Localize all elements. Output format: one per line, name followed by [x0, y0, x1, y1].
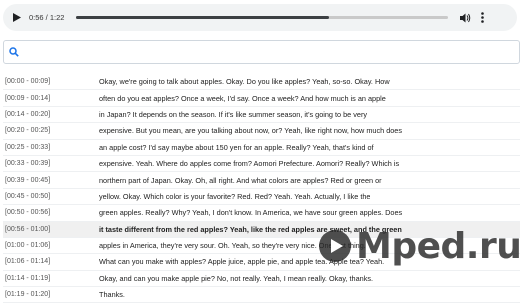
- transcript-text: What can you make with apples? Apple jui…: [99, 257, 385, 267]
- transcript-timestamp: [00:39 - 00:45]: [5, 176, 51, 184]
- transcript-row[interactable]: [00:25 - 00:33] an apple cost? I'd say ma…: [3, 140, 520, 156]
- search-input[interactable]: [24, 42, 519, 62]
- transcript-row[interactable]: [01:14 - 01:19] Okay, and can you make ap…: [3, 271, 520, 288]
- transcript-row[interactable]: [00:50 - 00:56] green apples. Really? Why…: [3, 205, 520, 222]
- time-display: 0:56 / 1:22: [29, 13, 65, 22]
- transcript-text: yellow. Okay. Which color is your favori…: [99, 191, 371, 201]
- transcript-row[interactable]: [00:14 - 00:20] in Japan? It depends on t…: [3, 107, 520, 124]
- transcript-row[interactable]: [00:45 - 00:50] yellow. Okay. Which color…: [3, 189, 520, 206]
- seek-bar[interactable]: [76, 16, 449, 19]
- search-box: [3, 40, 520, 64]
- transcript-timestamp: [00:50 - 00:56]: [5, 209, 51, 217]
- transcript-timestamp: [00:20 - 00:25]: [5, 127, 51, 135]
- play-button[interactable]: [7, 8, 27, 28]
- transcript-list: [00:00 - 00:09] Okay, we're going to talk…: [3, 74, 520, 303]
- transcript-text: often do you eat apples? Once a week, I'…: [99, 93, 386, 103]
- volume-button[interactable]: [457, 10, 473, 26]
- seek-bar-progress: [76, 16, 330, 19]
- transcript-timestamp: [00:14 - 00:20]: [5, 110, 51, 118]
- transcript-text: it taste different from the red apples? …: [99, 224, 402, 234]
- more-options-icon: [481, 12, 484, 23]
- transcript-row[interactable]: [01:19 - 01:20] Thanks.: [3, 287, 520, 303]
- transcript-row[interactable]: [01:06 - 01:14] What can you make with ap…: [3, 254, 520, 271]
- transcript-row[interactable]: [00:56 - 01:00] it taste different from t…: [3, 221, 520, 238]
- transcript-text: expensive. But you mean, are you talking…: [99, 126, 403, 136]
- transcript-timestamp: [00:25 - 00:33]: [5, 143, 51, 151]
- transcript-text: Okay, we're going to talk about apples. …: [99, 77, 390, 87]
- transcript-timestamp: [00:00 - 00:09]: [5, 78, 51, 86]
- transcript-text: northern part of Japan. Okay. Oh, all ri…: [99, 175, 382, 185]
- transcript-timestamp: [01:19 - 01:20]: [5, 291, 51, 299]
- transcript-timestamp: [00:56 - 01:00]: [5, 225, 51, 233]
- search-icon: [8, 46, 20, 58]
- transcript-timestamp: [01:00 - 01:06]: [5, 242, 51, 250]
- transcript-timestamp: [00:45 - 00:50]: [5, 192, 51, 200]
- more-options-button[interactable]: [475, 10, 489, 26]
- transcript-row[interactable]: [01:00 - 01:06] apples in America, they'r…: [3, 238, 520, 255]
- transcript-row[interactable]: [00:20 - 00:25] expensive. But you mean, …: [3, 123, 520, 140]
- play-icon: [13, 13, 21, 22]
- volume-icon: [459, 13, 471, 22]
- transcript-timestamp: [01:06 - 01:14]: [5, 258, 51, 266]
- transcript-row[interactable]: [00:00 - 00:09] Okay, we're going to talk…: [3, 74, 520, 91]
- transcript-text: Okay, and can you make apple pie? No, no…: [99, 273, 374, 283]
- transcript-timestamp: [01:14 - 01:19]: [5, 274, 51, 282]
- transcript-text: green apples. Really? Why? Yeah, I don't…: [99, 208, 403, 218]
- transcript-text: Thanks.: [99, 290, 125, 300]
- transcript-text: an apple cost? I'd say maybe about 150 y…: [99, 142, 374, 152]
- transcript-text: apples in America, they're very sour. Oh…: [99, 241, 366, 251]
- transcript-row[interactable]: [00:39 - 00:45] northern part of Japan. O…: [3, 172, 520, 189]
- transcript-timestamp: [00:09 - 00:14]: [5, 94, 51, 102]
- transcript-row[interactable]: [00:09 - 00:14] often do you eat apples? …: [3, 90, 520, 107]
- transcript-text: expensive. Yeah. Where do apples come fr…: [99, 159, 400, 169]
- transcript-timestamp: [00:33 - 00:39]: [5, 160, 51, 168]
- transcript-text: in Japan? It depends on the season. If i…: [99, 109, 368, 119]
- transcript-row[interactable]: [00:33 - 00:39] expensive. Yeah. Where do…: [3, 156, 520, 173]
- audio-player: 0:56 / 1:22: [3, 4, 517, 31]
